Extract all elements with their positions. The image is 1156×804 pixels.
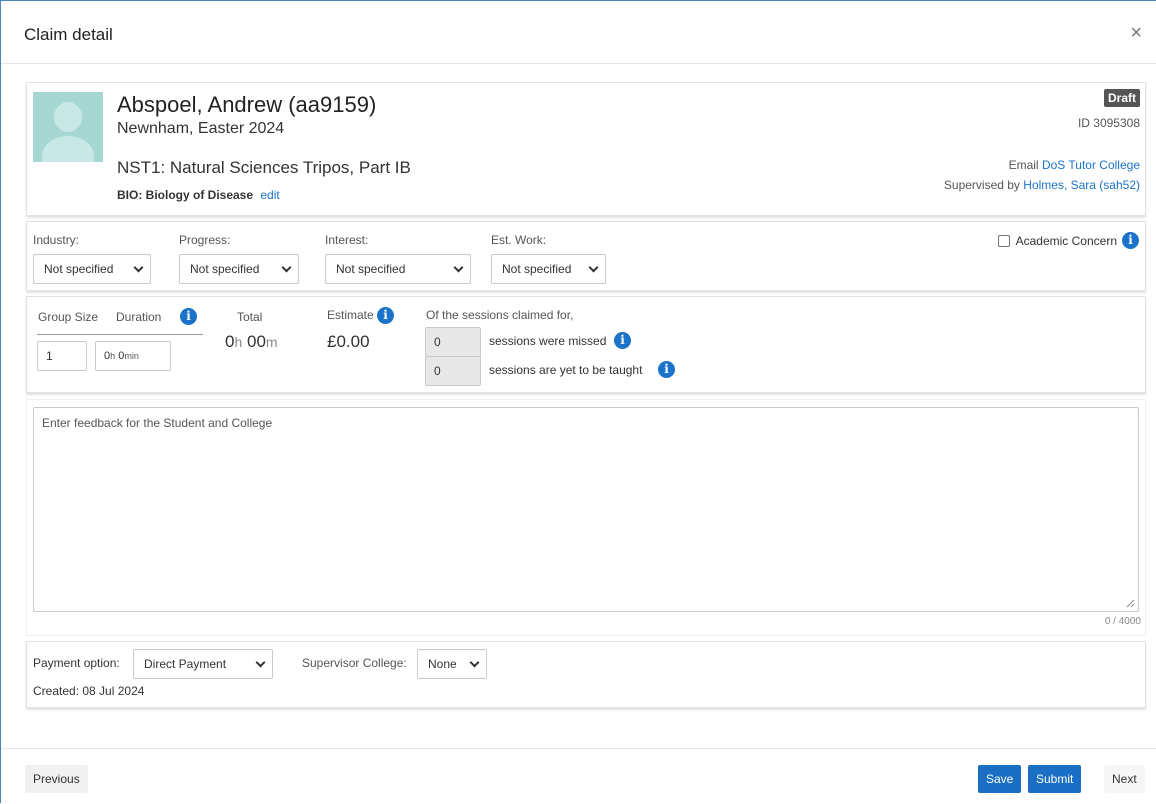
email-line: Email DoS Tutor College xyxy=(1009,158,1140,172)
modal-header: Claim detail × xyxy=(1,1,1156,64)
industry-label: Industry: xyxy=(33,233,80,247)
sessions-yet-value: 0 xyxy=(434,364,441,378)
chevron-down-icon xyxy=(453,262,464,273)
chevron-down-icon xyxy=(588,262,599,273)
info-icon[interactable]: i xyxy=(658,361,675,378)
paper-name: BIO: Biology of Disease xyxy=(117,188,254,202)
est-work-value: Not specified xyxy=(502,262,572,276)
est-work-select[interactable]: Not specified xyxy=(491,254,606,284)
email-prefix: Email xyxy=(1008,158,1039,172)
supervisor-college-select[interactable]: None xyxy=(417,649,487,679)
sessions-missed-text: sessions were missed xyxy=(489,334,607,348)
total-minutes-unit: m xyxy=(265,334,278,350)
progress-select[interactable]: Not specified xyxy=(179,254,299,284)
sessions-panel: Group Size Duration i 1 0h 0min Total 0h… xyxy=(26,296,1146,393)
sessions-yet-text: sessions are yet to be taught xyxy=(489,363,643,377)
payment-option-label: Payment option: xyxy=(33,656,120,670)
academic-concern-checkbox[interactable] xyxy=(997,234,1010,247)
avatar-head-shape xyxy=(54,102,82,132)
save-button[interactable]: Save xyxy=(978,765,1022,793)
industry-select[interactable]: Not specified xyxy=(33,254,151,284)
interest-label: Interest: xyxy=(325,233,369,247)
student-name: Abspoel, Andrew (aa9159) xyxy=(117,92,377,117)
info-icon[interactable]: i xyxy=(180,308,197,325)
total-hours-unit: h xyxy=(234,334,243,350)
group-size-input[interactable]: 1 xyxy=(37,341,87,371)
claim-id: ID 3095308 xyxy=(1077,116,1140,130)
info-icon[interactable]: i xyxy=(377,307,394,324)
payment-panel: Payment option: Direct Payment Superviso… xyxy=(26,641,1146,708)
next-button[interactable]: Next xyxy=(1104,765,1145,793)
interest-select[interactable]: Not specified xyxy=(325,254,471,284)
previous-button[interactable]: Previous xyxy=(25,765,88,793)
status-badge: Draft xyxy=(1103,89,1140,107)
duration-minutes-unit: min xyxy=(124,351,139,361)
duration-label: Duration xyxy=(116,310,162,324)
group-duration-divider xyxy=(37,334,203,335)
edit-paper-link[interactable]: edit xyxy=(260,188,279,202)
chevron-down-icon xyxy=(133,262,144,273)
estimate-label: Estimate xyxy=(327,308,374,322)
group-size-value: 1 xyxy=(46,349,53,363)
avatar xyxy=(33,92,103,162)
feedback-panel: Enter feedback for the Student and Colle… xyxy=(26,399,1146,636)
academic-concern-label: Academic Concern xyxy=(1015,233,1117,248)
est-work-label: Est. Work: xyxy=(491,233,547,247)
interest-value: Not specified xyxy=(336,262,406,276)
sessions-missed-value: 0 xyxy=(434,335,441,349)
submit-button[interactable]: Submit xyxy=(1028,765,1082,793)
college-term: Newnham, Easter 2024 xyxy=(117,120,285,137)
supervisor-link[interactable]: Holmes, Sara (sah52) xyxy=(1023,178,1140,192)
total-label: Total xyxy=(237,310,263,324)
group-size-label: Group Size xyxy=(38,310,99,324)
modal-title: Claim detail xyxy=(24,25,113,44)
chevron-down-icon xyxy=(281,262,292,273)
supervisor-college-value: None xyxy=(428,657,457,671)
duration-input[interactable]: 0h 0min xyxy=(95,341,171,371)
estimate-value: £0.00 xyxy=(327,332,370,351)
payment-option-value: Direct Payment xyxy=(144,657,227,671)
supervised-prefix: Supervised by xyxy=(943,178,1020,192)
feedback-placeholder: Enter feedback for the Student and Colle… xyxy=(42,416,273,430)
info-icon[interactable]: i xyxy=(1122,232,1139,249)
sessions-claimed-intro: Of the sessions claimed for, xyxy=(426,308,574,322)
total-minutes: 00 xyxy=(247,332,266,351)
claim-detail-modal: Claim detail × Abspoel, Andrew (aa9159) … xyxy=(0,0,1156,803)
academic-concern: Academic Concern i xyxy=(997,232,1139,249)
progress-value: Not specified xyxy=(190,262,260,276)
course-title: NST1: Natural Sciences Tripos, Part IB xyxy=(117,158,411,177)
supervisor-college-label: Supervisor College: xyxy=(302,656,407,670)
created-date: Created: 08 Jul 2024 xyxy=(33,684,145,698)
supervised-by-line: Supervised by Holmes, Sara (sah52) xyxy=(944,178,1140,192)
chevron-down-icon xyxy=(469,657,480,668)
feedback-textarea[interactable]: Enter feedback for the Student and Colle… xyxy=(33,407,1139,612)
modal-footer: Previous Save Submit Next xyxy=(1,748,1156,804)
duration-hours-unit: h xyxy=(110,351,116,361)
sessions-missed-input[interactable]: 0 xyxy=(425,327,481,357)
sessions-yet-input[interactable]: 0 xyxy=(425,356,481,386)
total-value: 0h 00m xyxy=(225,332,278,352)
industry-value: Not specified xyxy=(44,262,114,276)
payment-option-select[interactable]: Direct Payment xyxy=(133,649,273,679)
chevron-down-icon xyxy=(255,657,266,668)
resize-grip-icon[interactable] xyxy=(1125,598,1135,608)
avatar-shoulders-shape xyxy=(42,136,94,162)
student-panel: Abspoel, Andrew (aa9159) Newnham, Easter… xyxy=(26,82,1146,216)
paper-line: BIO: Biology of Disease edit xyxy=(117,188,280,202)
feedback-counter: 0 / 4000 xyxy=(1104,616,1141,627)
close-icon[interactable]: × xyxy=(1130,23,1142,43)
email-dos-tutor-college-link[interactable]: DoS Tutor College xyxy=(1042,158,1140,172)
info-icon[interactable]: i xyxy=(614,332,631,349)
progress-label: Progress: xyxy=(179,233,231,247)
assessment-panel: Industry: Not specified Progress: Not sp… xyxy=(26,221,1146,291)
